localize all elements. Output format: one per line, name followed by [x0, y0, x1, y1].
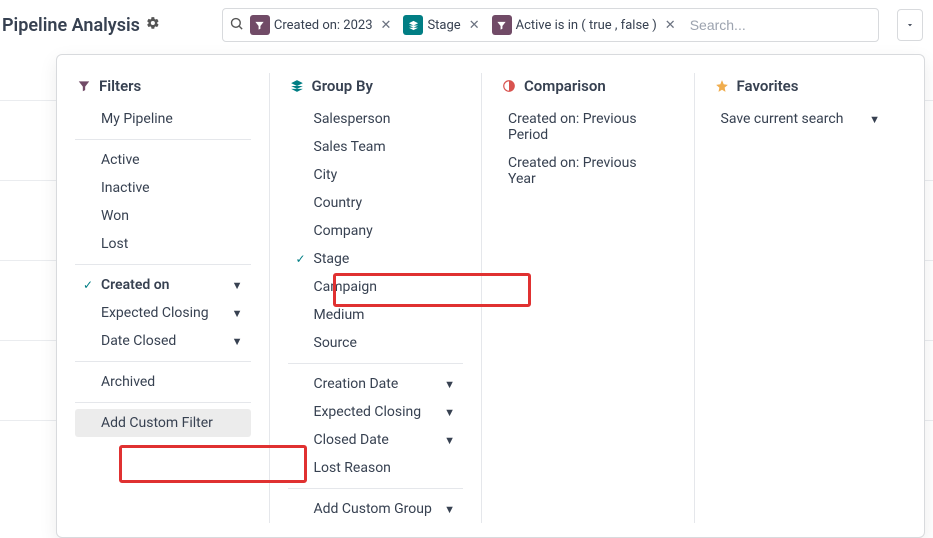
filter-icon [492, 15, 512, 35]
gear-icon[interactable] [146, 16, 160, 34]
add-custom-filter[interactable]: ✓Add Custom Filter [75, 409, 251, 437]
chip-label: Stage [427, 18, 460, 33]
caret-down-icon: ▼ [444, 406, 455, 419]
chip-label: Created on: 2023 [274, 18, 373, 33]
groupby-item-lost-reason[interactable]: ✓Lost Reason [288, 454, 464, 482]
layers-icon [403, 15, 423, 35]
star-icon [715, 79, 729, 93]
favorites-column: Favorites Save current search▼ [695, 73, 907, 523]
search-chip-filter-created[interactable]: Created on: 2023 ✕ [248, 13, 398, 37]
chip-remove-icon[interactable]: ✕ [465, 18, 484, 33]
filter-icon [77, 79, 91, 93]
caret-down-icon: ▼ [232, 279, 243, 292]
filters-heading: Filters [75, 73, 251, 105]
groupby-column: Group By ✓Salesperson ✓Sales Team ✓City … [270, 73, 482, 523]
heading-label: Group By [312, 77, 373, 95]
groupby-item-campaign[interactable]: ✓Campaign [288, 273, 464, 301]
search-box[interactable]: Created on: 2023 ✕ Stage ✕ Active is in … [222, 8, 879, 42]
heading-label: Favorites [737, 77, 799, 95]
groupby-item-source[interactable]: ✓Source [288, 329, 464, 357]
favorites-heading: Favorites [713, 73, 889, 105]
comparison-item-previous-year[interactable]: Created on: Previous Year [500, 149, 676, 193]
groupby-item-salesperson[interactable]: ✓Salesperson [288, 105, 464, 133]
filter-icon [250, 15, 270, 35]
filter-item-lost[interactable]: ✓Lost [75, 230, 251, 258]
search-options-panel: Filters ✓My Pipeline ✓Active ✓Inactive ✓… [56, 54, 925, 538]
heading-label: Filters [99, 77, 141, 95]
filters-column: Filters ✓My Pipeline ✓Active ✓Inactive ✓… [75, 73, 269, 523]
page-title: Pipeline Analysis [2, 15, 140, 36]
filter-item-archived[interactable]: ✓Archived [75, 368, 251, 396]
groupby-item-medium[interactable]: ✓Medium [288, 301, 464, 329]
heading-label: Comparison [524, 77, 606, 95]
groupby-item-sales-team[interactable]: ✓Sales Team [288, 133, 464, 161]
search-input[interactable] [686, 17, 872, 33]
search-icon [229, 16, 244, 35]
search-options-toggle[interactable] [897, 9, 923, 41]
filter-item-date-closed[interactable]: ✓Date Closed▼ [75, 327, 251, 355]
filter-item-created-on[interactable]: ✓Created on▼ [75, 271, 251, 299]
comparison-heading: Comparison [500, 73, 676, 105]
filter-item-active[interactable]: ✓Active [75, 146, 251, 174]
groupby-item-company[interactable]: ✓Company [288, 217, 464, 245]
half-circle-icon [502, 79, 516, 93]
search-chip-group-stage[interactable]: Stage ✕ [401, 13, 485, 37]
filter-item-expected-closing[interactable]: ✓Expected Closing▼ [75, 299, 251, 327]
favorites-save-current-search[interactable]: Save current search▼ [713, 105, 889, 133]
filter-item-inactive[interactable]: ✓Inactive [75, 174, 251, 202]
layers-icon [290, 79, 304, 93]
filter-item-won[interactable]: ✓Won [75, 202, 251, 230]
chip-remove-icon[interactable]: ✕ [377, 18, 396, 33]
add-custom-group[interactable]: ✓Add Custom Group▼ [288, 495, 464, 523]
caret-down-icon: ▼ [232, 307, 243, 320]
caret-down-icon: ▼ [444, 503, 455, 516]
groupby-item-expected-closing[interactable]: ✓Expected Closing▼ [288, 398, 464, 426]
chip-remove-icon[interactable]: ✕ [661, 18, 680, 33]
groupby-item-creation-date[interactable]: ✓Creation Date▼ [288, 370, 464, 398]
filter-item-my-pipeline[interactable]: ✓My Pipeline [75, 105, 251, 133]
comparison-item-previous-period[interactable]: Created on: Previous Period [500, 105, 676, 149]
groupby-item-city[interactable]: ✓City [288, 161, 464, 189]
top-bar: Pipeline Analysis Created on: 2023 ✕ Sta… [0, 0, 933, 50]
caret-down-icon: ▼ [869, 113, 880, 126]
comparison-column: Comparison Created on: Previous Period C… [482, 73, 694, 523]
groupby-item-closed-date[interactable]: ✓Closed Date▼ [288, 426, 464, 454]
groupby-heading: Group By [288, 73, 464, 105]
search-chip-filter-active[interactable]: Active is in ( true , false ) ✕ [490, 13, 682, 37]
caret-down-icon: ▼ [444, 434, 455, 447]
chip-label: Active is in ( true , false ) [516, 18, 657, 33]
caret-down-icon: ▼ [444, 378, 455, 391]
groupby-item-country[interactable]: ✓Country [288, 189, 464, 217]
caret-down-icon: ▼ [232, 335, 243, 348]
groupby-item-stage[interactable]: ✓Stage [288, 245, 464, 273]
